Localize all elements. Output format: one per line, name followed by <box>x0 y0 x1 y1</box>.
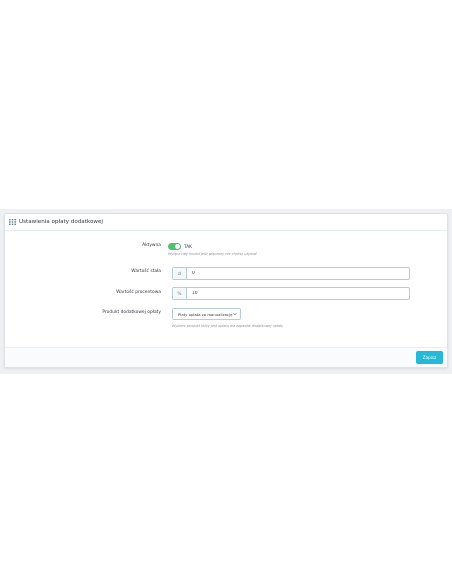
fixed-value-label: Wartość stała <box>131 269 161 274</box>
surcharge-settings-panel: Ustawienia opłaty dodatkowej Aktywna TAK… <box>4 213 448 368</box>
active-toggle[interactable] <box>168 243 181 250</box>
product-help-text: Wybierz produkt który jest opłatą dla za… <box>172 324 284 328</box>
percent-value-input[interactable] <box>187 288 409 299</box>
percent-value-label: Wartość procentowa <box>116 290 161 295</box>
toggle-knob <box>175 244 180 249</box>
percent-addon: % <box>173 288 187 299</box>
active-label: Aktywna <box>142 243 161 248</box>
chevron-down-icon <box>233 312 237 316</box>
currency-addon: zł <box>173 268 187 279</box>
panel-title: Ustawienia opłaty dodatkowej <box>19 219 103 225</box>
active-toggle-text: TAK <box>184 244 192 249</box>
product-select-value: Płaty opłata za manualizację <box>178 311 233 317</box>
grid-icon <box>9 219 16 225</box>
product-select[interactable]: Płaty opłata za manualizację <box>172 308 241 320</box>
save-button[interactable]: Zapisz <box>416 351 443 364</box>
product-label: Produkt dodatkowej opłaty <box>102 310 161 315</box>
active-help-text: Wyłącz cały moduł jeśli włączony nie chc… <box>168 252 257 256</box>
panel-footer: Zapisz <box>5 347 447 367</box>
panel-heading: Ustawienia opłaty dodatkowej <box>5 214 447 231</box>
fixed-value-input-group: zł <box>172 267 410 280</box>
percent-value-input-group: % <box>172 287 410 300</box>
fixed-value-input[interactable] <box>187 268 409 279</box>
